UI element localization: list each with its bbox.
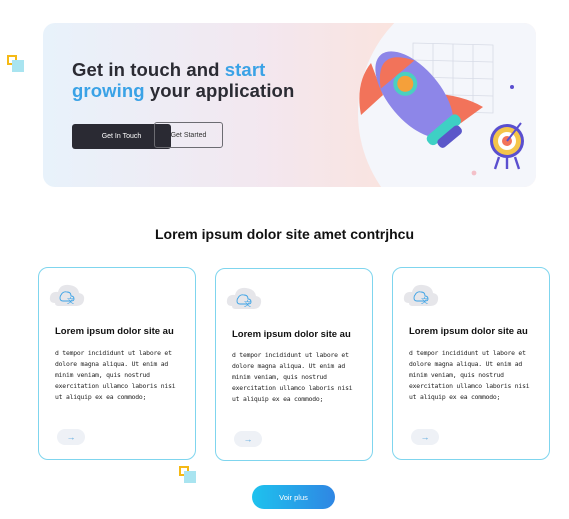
card-arrow-button[interactable]: → <box>234 431 262 447</box>
card-title: Lorem ipsum dolor site au <box>232 329 351 340</box>
get-started-button[interactable]: Get Started <box>154 122 223 148</box>
feature-card: 文 Lorem ipsum dolor site au d tempor inc… <box>392 267 550 460</box>
section-title: Lorem ipsum dolor site amet contrjhcu <box>154 226 415 242</box>
hero-title-accent: growing <box>72 80 145 101</box>
card-arrow-button[interactable]: → <box>57 429 85 445</box>
arrow-right-icon: → <box>66 432 76 442</box>
decorative-squares <box>179 466 199 486</box>
see-more-button[interactable]: Voir plus <box>252 485 335 509</box>
card-arrow-button[interactable]: → <box>411 429 439 445</box>
card-body: d tempor incididunt ut labore et dolore … <box>232 351 353 403</box>
card-body: d tempor incididunt ut labore et dolore … <box>409 349 530 401</box>
feature-card: 文 Lorem ipsum dolor site au d tempor inc… <box>38 267 196 460</box>
svg-text:文: 文 <box>244 299 251 308</box>
cloud-translate-icon: 文 <box>49 284 85 306</box>
feature-card: 文 Lorem ipsum dolor site au d tempor inc… <box>215 268 373 461</box>
card-title: Lorem ipsum dolor site au <box>409 326 528 337</box>
hero-title-accent: start <box>224 59 266 80</box>
arrow-right-icon: → <box>243 434 253 444</box>
svg-text:文: 文 <box>67 296 74 305</box>
hero-title: Get in touch and start growing your appl… <box>72 59 295 101</box>
cloud-translate-icon: 文 <box>403 284 439 306</box>
cloud-translate-icon: 文 <box>226 287 262 309</box>
svg-text:文: 文 <box>421 296 428 305</box>
card-body: d tempor incididunt ut labore et dolore … <box>55 349 176 401</box>
card-title: Lorem ipsum dolor site au <box>55 326 174 337</box>
rocket-illustration <box>359 42 524 176</box>
arrow-right-icon: → <box>420 432 430 442</box>
decorative-squares <box>7 55 27 75</box>
hero-banner: Get in touch and start growing your appl… <box>43 23 536 187</box>
